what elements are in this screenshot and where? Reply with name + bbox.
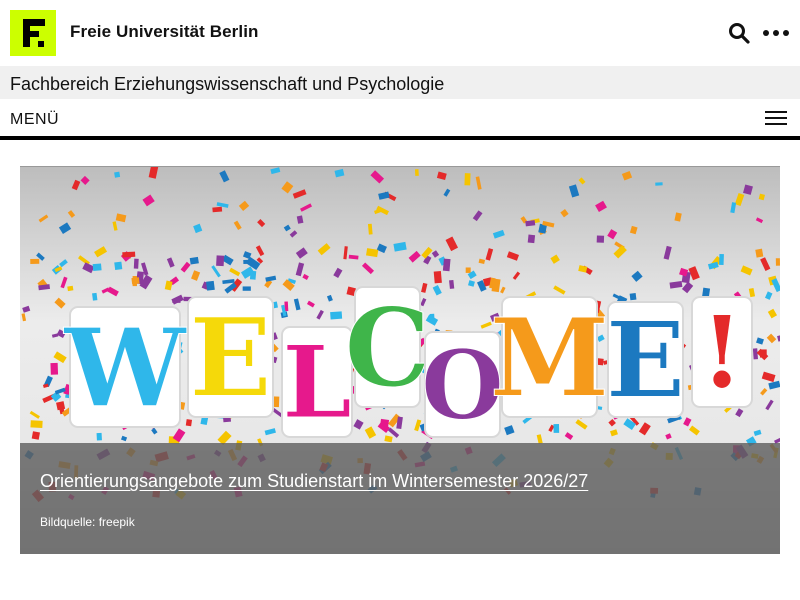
welcome-letter: E [605,298,685,422]
svg-text:M: M [490,295,610,421]
site-header: Freie Universität Berlin [0,0,800,66]
more-icon[interactable] [762,23,790,43]
welcome-letter: M [489,295,610,422]
department-bar: Fachbereich Erziehungswissenschaft und P… [0,66,800,99]
welcome-letter: ! [691,295,753,412]
menu-bar: MENÜ [0,99,800,140]
university-logo[interactable] [10,10,56,56]
svg-text:W: W [63,305,187,431]
svg-text:!: ! [700,295,743,411]
department-title[interactable]: Fachbereich Erziehungswissenschaft und P… [10,74,444,95]
welcome-letter: L [281,325,353,442]
hero-teaser[interactable]: W E L C O M E! Orientierungsangebote zum Studi… [20,166,780,554]
menu-button[interactable]: MENÜ [10,111,59,129]
hero-caption: Orientierungsangebote zum Studienstart i… [20,443,780,554]
university-name[interactable]: Freie Universität Berlin [70,22,259,42]
welcome-letter: E [187,295,274,422]
hamburger-icon[interactable] [765,111,787,126]
svg-text:L: L [282,325,352,441]
svg-text:E: E [606,298,685,421]
welcome-letter: W [63,305,188,432]
svg-text:C: C [345,285,431,411]
svg-text:E: E [189,295,271,421]
welcome-letter: C [344,285,431,412]
image-credit: Bildquelle: freepik [40,515,135,529]
hero-title-link[interactable]: Orientierungsangebote zum Studienstart i… [40,471,588,492]
search-icon[interactable] [728,22,750,44]
